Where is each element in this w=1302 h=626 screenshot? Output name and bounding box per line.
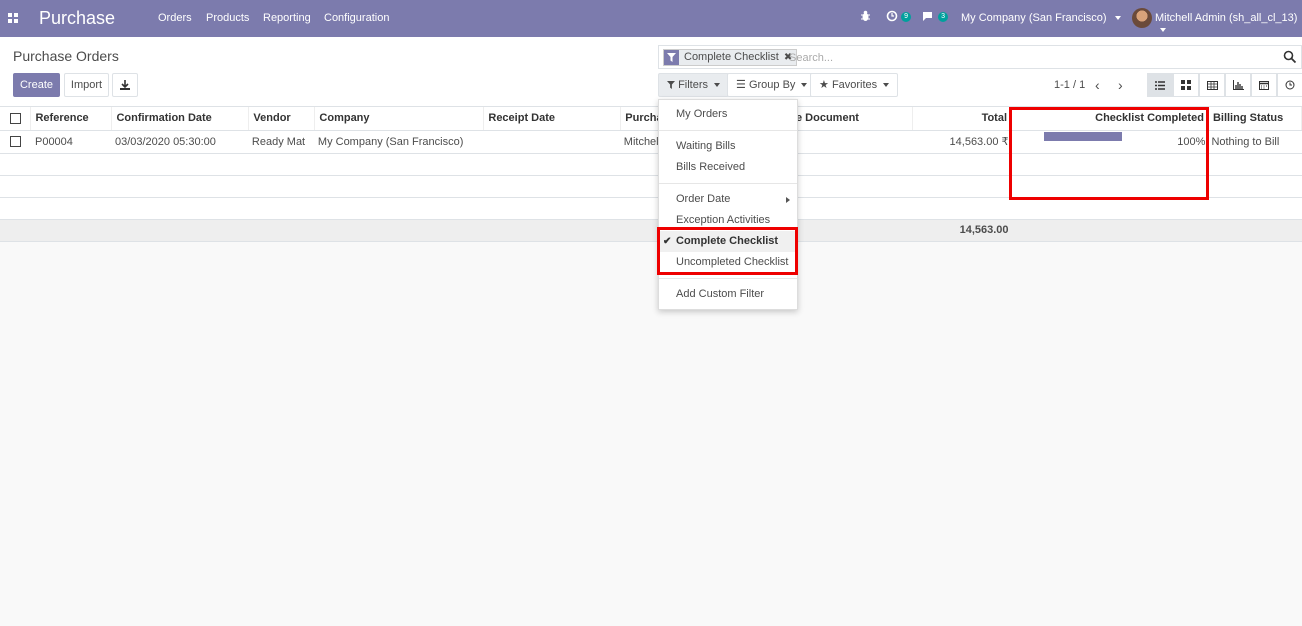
user-menu[interactable]: Mitchell Admin (sh_all_cl_13) <box>1155 12 1302 36</box>
facet-label: Complete Checklist <box>684 51 779 63</box>
column-header-total[interactable]: Total <box>912 107 1013 131</box>
download-icon <box>120 80 130 91</box>
messages-icon[interactable]: 3 <box>922 10 948 26</box>
list-view-icon[interactable] <box>1147 73 1173 97</box>
company-name: My Company (San Francisco) <box>961 12 1107 24</box>
create-button[interactable]: Create <box>13 73 60 97</box>
debug-bug-icon[interactable] <box>860 10 871 25</box>
empty-row <box>0 197 1302 220</box>
favorites-label: Favorites <box>831 79 878 91</box>
caret-down-icon <box>714 83 721 88</box>
row-checkbox[interactable] <box>0 130 31 154</box>
filters-button[interactable]: Filters <box>658 73 730 97</box>
caret-right-icon <box>786 197 790 203</box>
graph-view-icon[interactable] <box>1225 73 1251 97</box>
dropdown-divider <box>659 130 797 131</box>
activity-view-icon[interactable] <box>1277 73 1302 97</box>
column-header-reference[interactable]: Reference <box>30 107 113 131</box>
add-custom-filter[interactable]: Add Custom Filter <box>659 284 797 305</box>
column-header-receipt-date[interactable]: Receipt Date <box>483 107 622 131</box>
menu-configuration[interactable]: Configuration <box>324 12 389 24</box>
column-header-confirmation-date[interactable]: Confirmation Date <box>111 107 250 131</box>
cell-reference: P00004 <box>30 130 112 154</box>
download-button[interactable] <box>112 73 138 97</box>
column-header-vendor[interactable]: Vendor <box>248 107 316 131</box>
user-name: Mitchell Admin (sh_all_cl_13) <box>1155 12 1298 24</box>
star-icon: ★ <box>819 79 829 91</box>
dropdown-divider <box>659 183 797 184</box>
kanban-view-icon[interactable] <box>1173 73 1199 97</box>
menu-products[interactable]: Products <box>206 12 249 24</box>
filter-my-orders[interactable]: My Orders <box>659 104 797 125</box>
import-button[interactable]: Import <box>64 73 109 97</box>
filter-bills-received[interactable]: Bills Received <box>659 157 797 178</box>
column-header-billing-status[interactable]: Billing Status <box>1208 107 1302 131</box>
filters-dropdown: My Orders Waiting Bills Bills Received O… <box>658 99 798 310</box>
pivot-view-icon[interactable] <box>1199 73 1225 97</box>
search-icon[interactable] <box>1283 50 1297 64</box>
filter-order-date-label: Order Date <box>676 193 731 205</box>
menu-reporting[interactable]: Reporting <box>263 12 311 24</box>
cell-total: 14,563.00 ₹ <box>912 130 1012 154</box>
menu-orders[interactable]: Orders <box>158 12 192 24</box>
cell-billing-status: Nothing to Bill <box>1208 130 1302 154</box>
cell-company: My Company (San Francisco) <box>314 130 484 154</box>
cell-vendor: Ready Mat <box>248 130 315 154</box>
caret-down-icon <box>883 83 890 88</box>
filter-icon <box>667 81 675 90</box>
control-panel: Purchase Orders Create Import Complete C… <box>0 37 1302 107</box>
groupby-button[interactable]: ☰ Group By <box>727 73 817 97</box>
cell-receipt-date <box>483 130 621 154</box>
filters-label: Filters <box>678 79 709 91</box>
highlight-checklist-filters <box>657 227 798 275</box>
user-avatar[interactable] <box>1132 8 1152 28</box>
favorites-button[interactable]: ★ Favorites <box>810 73 899 97</box>
activity-icon[interactable]: 9 <box>886 10 911 26</box>
page-title: Purchase Orders <box>13 48 119 64</box>
footer-total: 14,563.00 <box>912 219 1012 242</box>
search-input[interactable]: Search... <box>789 52 833 64</box>
activity-badge: 9 <box>901 12 911 22</box>
search-facet[interactable]: Complete Checklist ✖ <box>663 49 798 66</box>
caret-down-icon <box>801 83 808 88</box>
cell-confirmation-date: 03/03/2020 05:30:00 <box>111 130 249 154</box>
filter-waiting-bills[interactable]: Waiting Bills <box>659 136 797 157</box>
dropdown-divider <box>659 278 797 279</box>
table-footer-row: 14,563.00 <box>0 219 1302 242</box>
search-bar[interactable]: Complete Checklist ✖ Search... <box>658 45 1302 69</box>
pager-value[interactable]: 1-1 / 1 <box>1054 79 1085 91</box>
calendar-view-icon[interactable] <box>1251 73 1277 97</box>
bars-icon: ☰ <box>736 79 746 91</box>
column-header-company[interactable]: Company <box>314 107 485 131</box>
app-title[interactable]: Purchase <box>39 8 115 29</box>
filter-icon <box>664 50 679 65</box>
highlight-checklist-column <box>1009 107 1209 200</box>
apps-menu-icon[interactable] <box>8 13 18 23</box>
messages-badge: 3 <box>938 12 948 22</box>
company-switcher[interactable]: My Company (San Francisco) <box>961 12 1121 24</box>
chevron-down-icon <box>1114 16 1121 21</box>
pager-previous-icon[interactable]: ‹ <box>1095 77 1100 93</box>
chevron-down-icon <box>1160 28 1166 33</box>
filter-order-date[interactable]: Order Date <box>659 189 797 210</box>
groupby-label: Group By <box>748 79 796 91</box>
select-all-checkbox[interactable] <box>0 107 32 131</box>
pager-next-icon[interactable]: › <box>1118 77 1123 93</box>
top-navbar: Purchase Orders Products Reporting Confi… <box>0 0 1302 37</box>
